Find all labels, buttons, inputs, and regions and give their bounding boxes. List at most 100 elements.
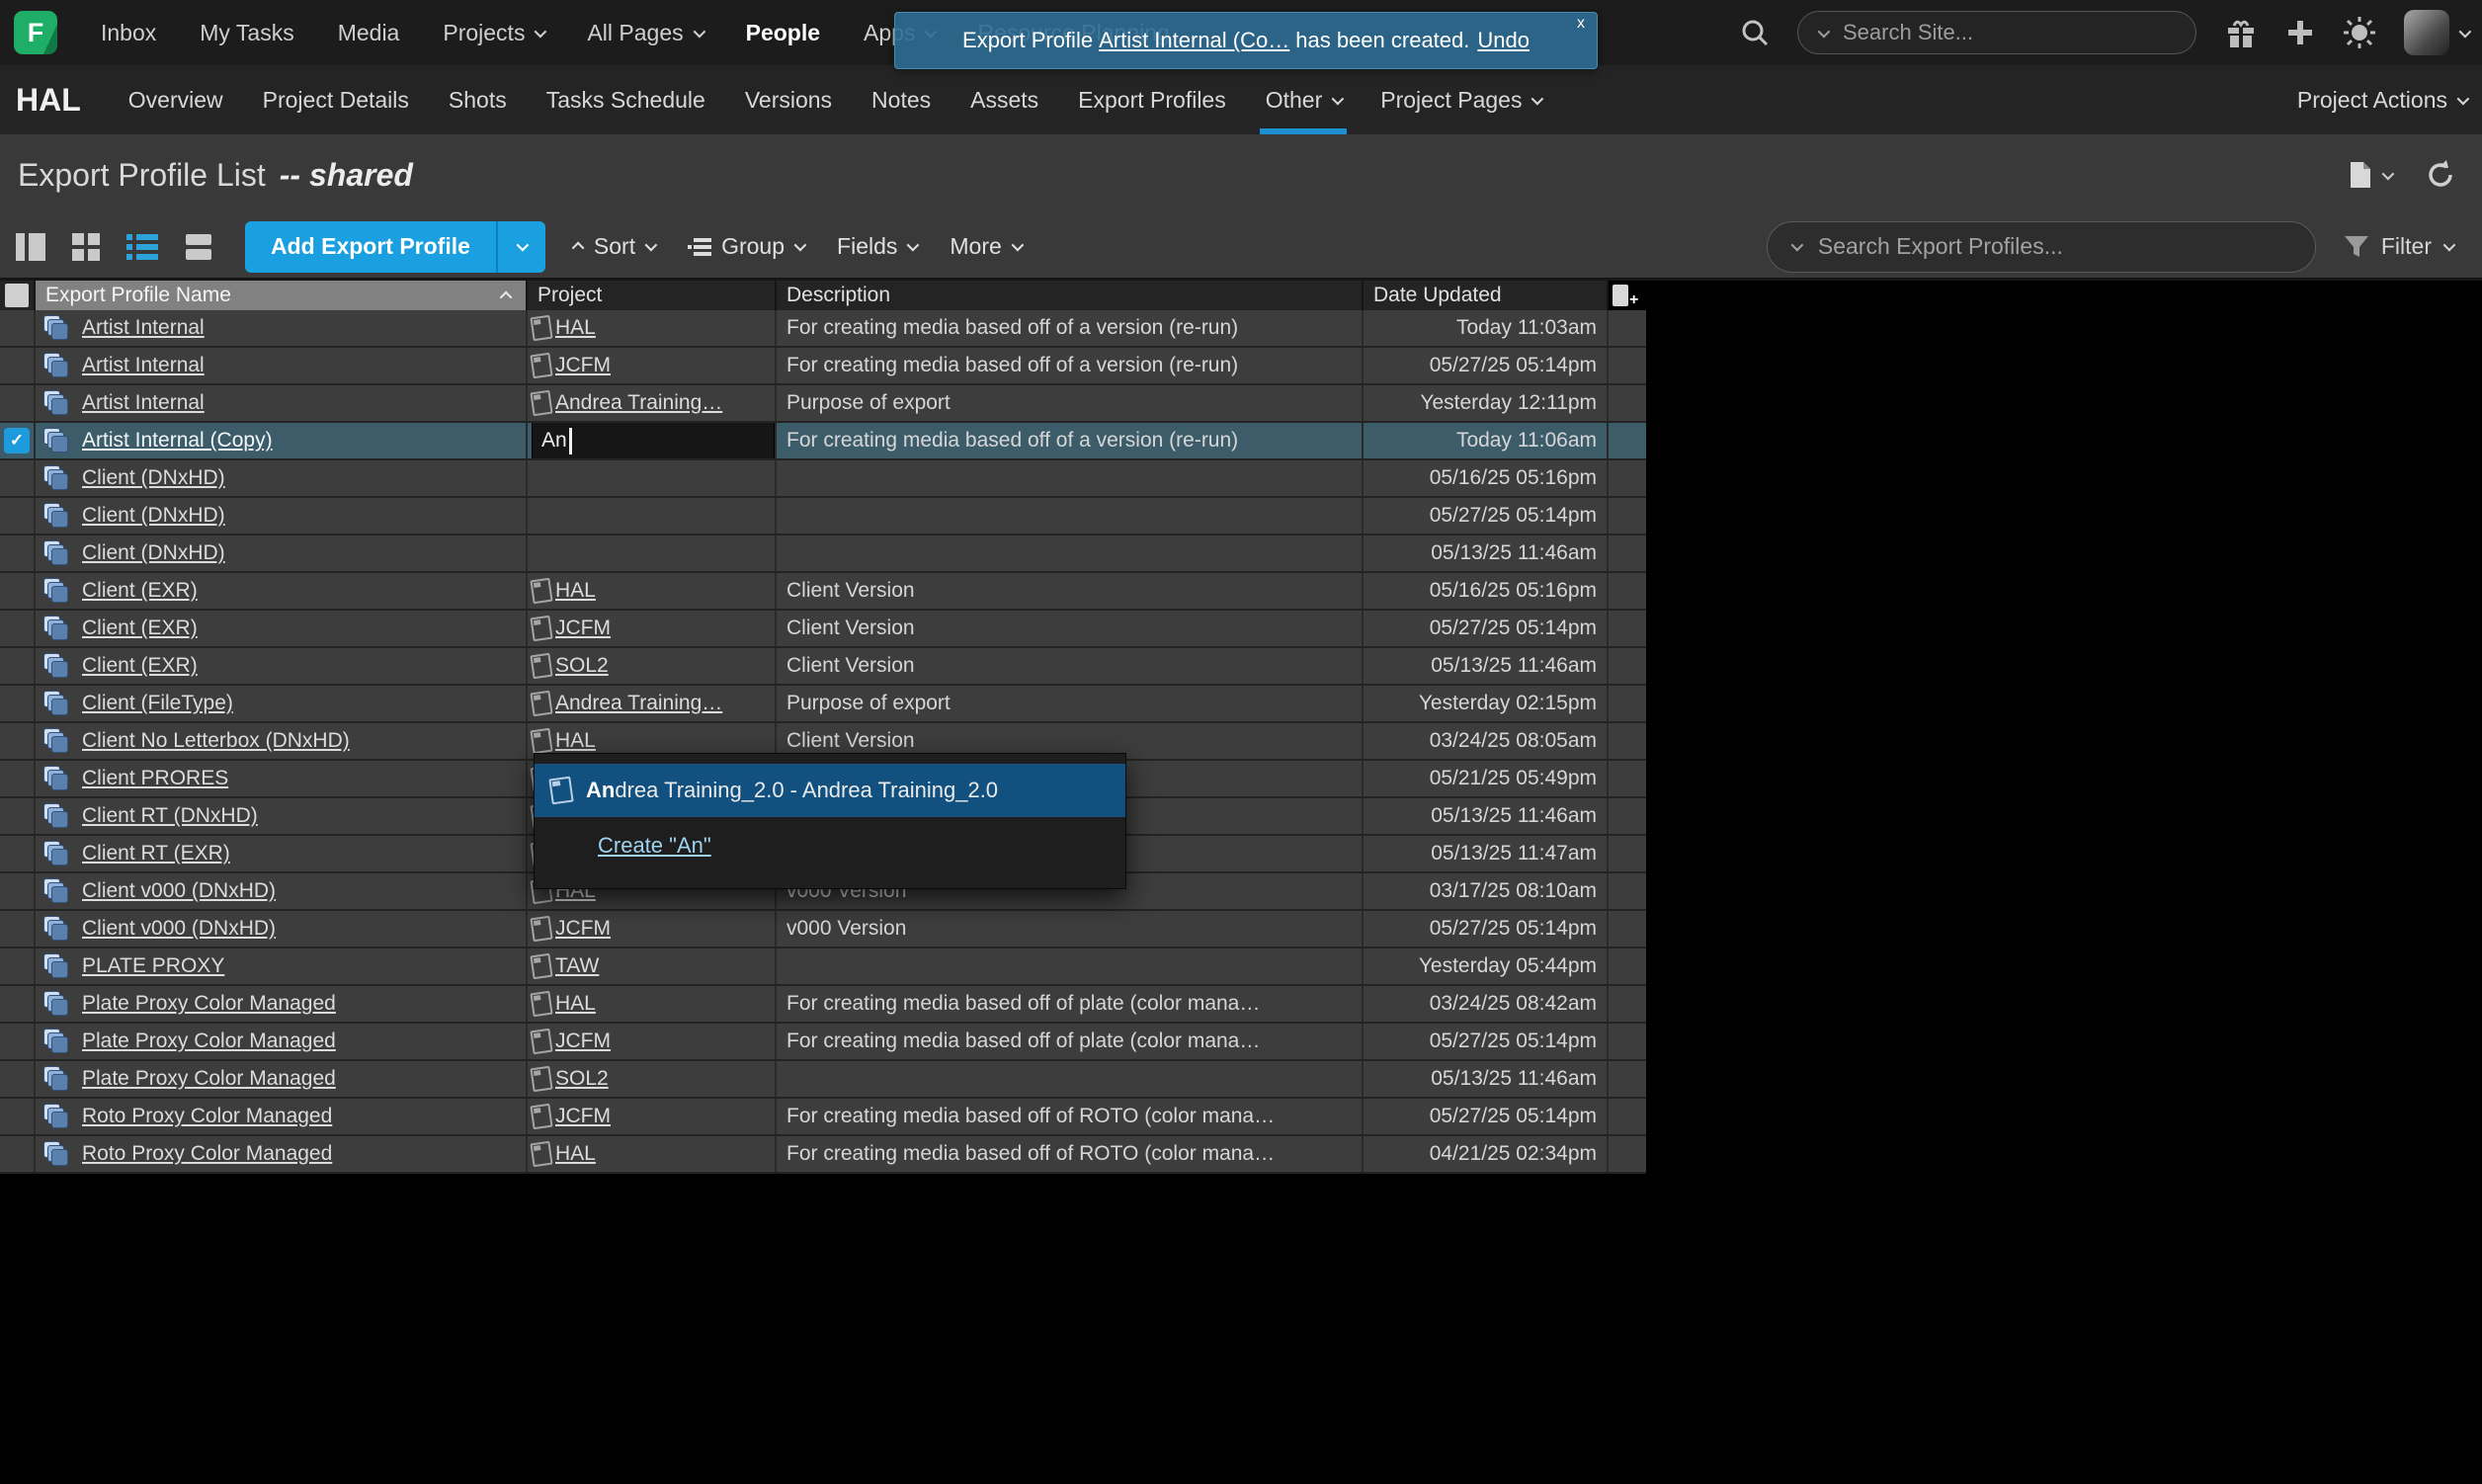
row-checkbox[interactable] (0, 460, 36, 496)
table-row[interactable]: Client (DNxHD) 05/16/25 05:16pm (0, 460, 1646, 498)
column-header-date-updated[interactable]: Date Updated (1364, 281, 1609, 310)
tab-project-pages[interactable]: Project Pages (1380, 65, 1540, 134)
row-project-cell[interactable] (528, 498, 777, 534)
nav-my-tasks[interactable]: My Tasks (200, 20, 293, 46)
row-checkbox[interactable] (0, 573, 36, 609)
row-project-cell[interactable]: TAW (528, 948, 777, 984)
table-row[interactable]: Client (EXR) SOL2 Client Version 05/13/2… (0, 648, 1646, 686)
tab-assets[interactable]: Assets (970, 65, 1038, 134)
row-checkbox[interactable] (0, 498, 36, 534)
select-all-checkbox[interactable] (0, 281, 36, 310)
project-link[interactable]: JCFM (555, 354, 611, 377)
row-checkbox[interactable] (0, 873, 36, 909)
tab-project-details[interactable]: Project Details (263, 65, 409, 134)
row-checkbox[interactable] (0, 536, 36, 571)
toast-entity-link[interactable]: Artist Internal (Co… (1099, 28, 1289, 53)
toast-close-icon[interactable]: x (1577, 15, 1585, 33)
view-mode-cards-icon[interactable] (184, 232, 213, 262)
table-row[interactable]: Client (FileType) Andrea Training… Purpo… (0, 686, 1646, 723)
export-profile-link[interactable]: Client RT (EXR) (82, 842, 230, 866)
sort-menu[interactable]: Sort (575, 233, 654, 260)
row-project-cell[interactable]: JCFM (528, 611, 777, 646)
row-project-cell[interactable]: SOL2 (528, 648, 777, 684)
table-row[interactable]: ✓ Artist Internal (Copy) An For creating… (0, 423, 1646, 460)
export-profile-link[interactable]: Artist Internal (82, 354, 205, 377)
filter-menu[interactable]: Filter (2344, 233, 2452, 260)
chevron-down-icon[interactable] (1790, 239, 1803, 252)
table-row[interactable]: PLATE PROXY TAW Yesterday 05:44pm (0, 948, 1646, 986)
table-row[interactable]: Roto Proxy Color Managed JCFM For creati… (0, 1099, 1646, 1136)
export-profile-link[interactable]: Client (EXR) (82, 654, 198, 678)
export-profile-link[interactable]: Client No Letterbox (DNxHD) (82, 729, 350, 753)
row-project-cell[interactable]: HAL (528, 986, 777, 1022)
row-project-cell[interactable] (528, 460, 777, 496)
export-profile-link[interactable]: Client (FileType) (82, 692, 233, 715)
tab-shots[interactable]: Shots (449, 65, 507, 134)
export-profile-link[interactable]: Roto Proxy Color Managed (82, 1105, 332, 1128)
tab-versions[interactable]: Versions (745, 65, 832, 134)
row-checkbox[interactable] (0, 648, 36, 684)
table-row[interactable]: Roto Proxy Color Managed HAL For creatin… (0, 1136, 1646, 1174)
row-checkbox[interactable] (0, 948, 36, 984)
row-checkbox[interactable] (0, 836, 36, 871)
export-profile-link[interactable]: Artist Internal (Copy) (82, 429, 273, 453)
refresh-icon[interactable] (2425, 159, 2456, 191)
tab-notes[interactable]: Notes (871, 65, 931, 134)
search-icon[interactable] (1740, 18, 1770, 47)
export-profile-link[interactable]: PLATE PROXY (82, 954, 224, 978)
project-link[interactable]: HAL (555, 1142, 596, 1166)
chevron-down-icon[interactable] (2382, 167, 2395, 180)
export-profile-link[interactable]: Plate Proxy Color Managed (82, 1067, 336, 1091)
row-checkbox[interactable] (0, 686, 36, 721)
row-checkbox[interactable] (0, 911, 36, 947)
column-header-description[interactable]: Description (777, 281, 1364, 310)
row-checkbox[interactable] (0, 986, 36, 1022)
table-row[interactable]: Client v000 (DNxHD) JCFM v000 Version 05… (0, 911, 1646, 948)
row-checkbox[interactable] (0, 1099, 36, 1134)
project-link[interactable]: HAL (555, 316, 596, 340)
project-link[interactable]: TAW (555, 954, 599, 978)
export-profile-link[interactable]: Plate Proxy Color Managed (82, 1030, 336, 1053)
add-export-profile-dropdown[interactable] (496, 221, 545, 273)
row-project-cell[interactable]: Andrea Training… (528, 385, 777, 421)
export-profile-link[interactable]: Client (DNxHD) (82, 504, 225, 528)
row-checkbox[interactable] (0, 385, 36, 421)
nav-people[interactable]: People (746, 20, 820, 46)
app-logo[interactable]: F (14, 11, 57, 54)
project-actions-menu[interactable]: Project Actions (2297, 87, 2466, 114)
project-link[interactable]: Andrea Training… (555, 391, 722, 415)
project-link[interactable]: JCFM (555, 617, 611, 640)
row-project-cell[interactable] (528, 536, 777, 571)
row-project-cell[interactable]: JCFM (528, 1099, 777, 1134)
tab-tasks-schedule[interactable]: Tasks Schedule (546, 65, 705, 134)
row-project-cell[interactable]: JCFM (528, 1024, 777, 1059)
site-search-input[interactable]: Search Site... (1797, 11, 2196, 54)
row-project-cell[interactable]: Andrea Training… (528, 686, 777, 721)
row-checkbox[interactable] (0, 1136, 36, 1172)
row-project-cell[interactable]: An (528, 423, 777, 458)
export-profile-link[interactable]: Artist Internal (82, 391, 205, 415)
add-export-profile-button[interactable]: Add Export Profile (245, 221, 496, 273)
project-link[interactable]: HAL (555, 579, 596, 603)
table-row[interactable]: Plate Proxy Color Managed SOL2 05/13/25 … (0, 1061, 1646, 1099)
export-profile-link[interactable]: Plate Proxy Color Managed (82, 992, 336, 1016)
export-profile-link[interactable]: Client RT (DNxHD) (82, 804, 258, 828)
export-profile-link[interactable]: Client (DNxHD) (82, 541, 225, 565)
toast-undo-link[interactable]: Undo (1477, 28, 1530, 53)
theme-sun-icon[interactable] (2343, 16, 2376, 49)
table-row[interactable]: Artist Internal JCFM For creating media … (0, 348, 1646, 385)
chevron-down-icon[interactable] (1818, 25, 1831, 38)
view-mode-list-icon[interactable] (126, 232, 158, 262)
project-link[interactable]: SOL2 (555, 1067, 609, 1091)
project-link[interactable]: JCFM (555, 1030, 611, 1053)
export-profile-link[interactable]: Client PRORES (82, 767, 228, 790)
nav-projects[interactable]: Projects (443, 20, 543, 46)
table-row[interactable]: Plate Proxy Color Managed HAL For creati… (0, 986, 1646, 1024)
autocomplete-create-option[interactable]: Create "An" (535, 817, 1125, 874)
export-profile-link[interactable]: Client v000 (DNxHD) (82, 917, 276, 941)
tab-overview[interactable]: Overview (128, 65, 223, 134)
row-checkbox[interactable] (0, 1061, 36, 1097)
row-project-cell[interactable]: HAL (528, 573, 777, 609)
project-edit-input[interactable]: An (532, 423, 775, 458)
gift-icon[interactable] (2224, 16, 2258, 49)
